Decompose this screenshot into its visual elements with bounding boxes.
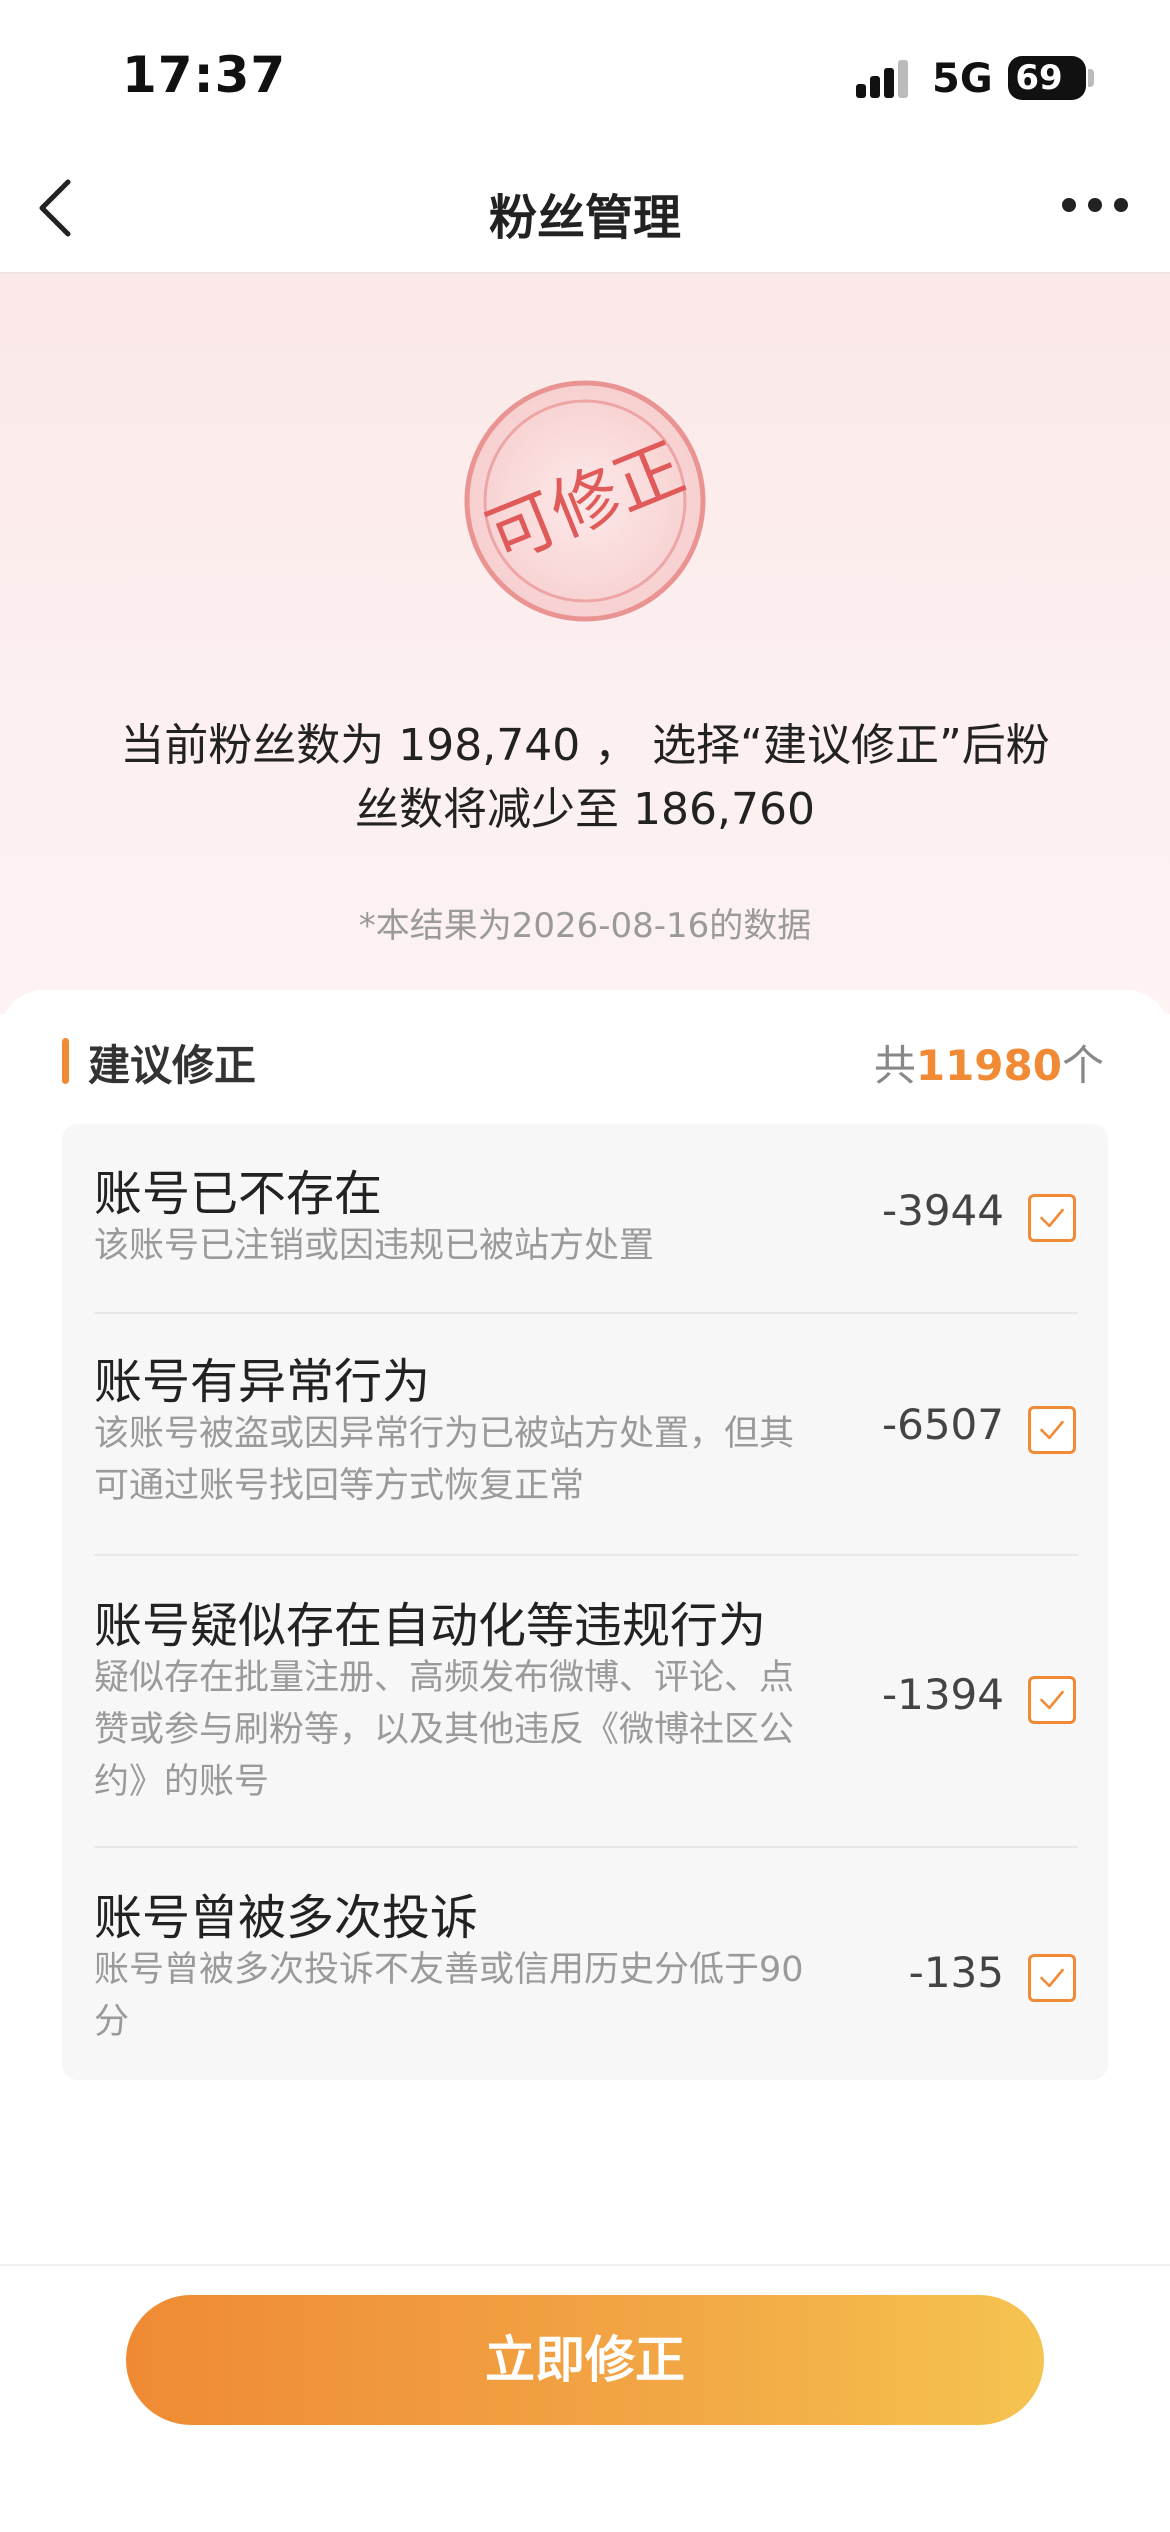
summary-line-2: 丝数将减少至 186,760 [355,784,815,835]
list-item[interactable]: 账号有异常行为 该账号被盗或因异常行为已被站方处置，但其 可通过账号找回等方式恢… [62,1314,1108,1554]
total-value: 11980 [915,1041,1062,1090]
item-title: 账号有异常行为 [94,1354,431,1410]
page-title: 粉丝管理 [488,190,681,246]
item-description: 疑似存在批量注册、高频发布微博、评论、点 赞或参与刷粉等，以及其他违反《微博社区… [94,1652,884,1808]
item-title: 账号疑似存在自动化等违规行为 [94,1598,767,1654]
item-title: 账号已不存在 [94,1166,383,1222]
list-item[interactable]: 账号曾被多次投诉 账号曾被多次投诉不友善或信用历史分低于90 分 -135 [62,1848,1108,2080]
item-description-line: 分 [94,2002,130,2042]
checkbox-checked-icon[interactable] [1028,1676,1076,1724]
checkbox-checked-icon[interactable] [1028,1954,1076,2002]
signal-icon [856,58,916,98]
item-description-line: 约》的账号 [94,1762,270,1802]
status-bar: 17:37 5G 69 [0,0,1170,150]
correctable-stamp: 可修正 [464,380,706,622]
total-count: 共11980个 [874,1032,1104,1093]
item-description: 该账号被盗或因异常行为已被站方处置，但其 可通过账号找回等方式恢复正常 [94,1408,884,1512]
item-count: -135 [908,1948,1004,1997]
section-title: 建议修正 [88,1041,257,1090]
fan-count-summary: 当前粉丝数为 198,740 ， 选择“建议修正”后粉 丝数将减少至 186,7… [80,714,1090,842]
status-time: 17:37 [122,46,287,104]
item-description: 账号曾被多次投诉不友善或信用历史分低于90 分 [94,1944,884,2048]
item-description-line: 疑似存在批量注册、高频发布微博、评论、点 [94,1658,795,1698]
item-description-line: 账号曾被多次投诉不友善或信用历史分低于90 [94,1950,804,1990]
summary-line-1: 当前粉丝数为 198,740 ， 选择“建议修正”后粉 [120,720,1050,771]
item-description-line: 赞或参与刷粉等，以及其他违反《微博社区公 [94,1710,795,1750]
checkbox-checked-icon[interactable] [1028,1194,1076,1242]
item-description-line: 该账号已注销或因违规已被站方处置 [94,1226,655,1266]
list-item[interactable]: 账号已不存在 该账号已注销或因违规已被站方处置 -3944 [62,1124,1108,1312]
bottom-divider [0,2264,1170,2266]
data-date-note: *本结果为2026-08-16的数据 [358,906,812,946]
item-count: -1394 [881,1670,1004,1719]
item-title: 账号曾被多次投诉 [94,1890,479,1946]
network-type: 5G [932,56,993,102]
battery-cap [1088,69,1094,87]
suggestion-list: 账号已不存在 该账号已注销或因违规已被站方处置 -3944 账号有异常行为 该账… [62,1124,1108,2080]
more-icon[interactable] [1060,196,1130,216]
battery-icon: 69 [1008,56,1086,100]
item-count: -6507 [881,1400,1004,1449]
total-prefix: 共 [873,1041,916,1090]
item-description-line: 该账号被盗或因异常行为已被站方处置，但其 [94,1414,795,1454]
section-accent-bar [62,1038,69,1084]
fix-now-button[interactable]: 立即修正 [126,2295,1044,2425]
total-suffix: 个 [1061,1041,1104,1090]
item-description-line: 可通过账号找回等方式恢复正常 [94,1466,585,1506]
item-count: -3944 [881,1186,1004,1235]
list-item[interactable]: 账号疑似存在自动化等违规行为 疑似存在批量注册、高频发布微博、评论、点 赞或参与… [62,1556,1108,1846]
battery-level: 69 [1015,58,1063,98]
item-description: 该账号已注销或因违规已被站方处置 [94,1220,884,1272]
checkbox-checked-icon[interactable] [1028,1406,1076,1454]
